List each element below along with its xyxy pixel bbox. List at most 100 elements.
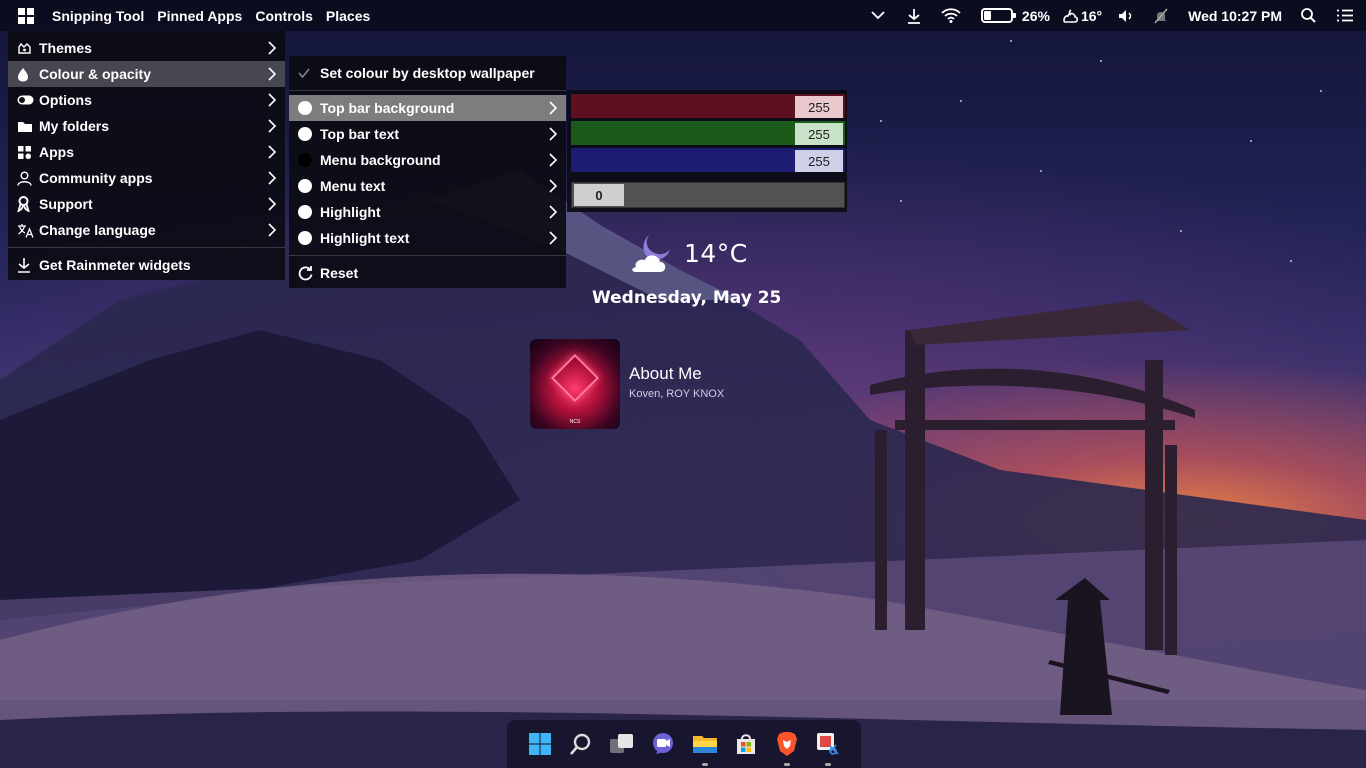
menu-item-change-language[interactable]: Change language	[8, 217, 285, 243]
alpha-slider[interactable]: 0	[571, 182, 845, 208]
menu-item-menu-background[interactable]: Menu background	[289, 147, 566, 173]
top-bar: Snipping Tool Pinned Apps Controls Place…	[0, 0, 1366, 31]
ribbon-icon	[17, 196, 39, 212]
menu-item-label: Colour & opacity	[39, 66, 152, 82]
blue-value-input[interactable]: 255	[795, 150, 843, 172]
menu-item-themes[interactable]: Themes	[8, 35, 285, 61]
menu-item-label: Support	[39, 196, 93, 212]
menu-divider	[8, 247, 285, 248]
chevron-right-icon	[268, 41, 277, 55]
menu-item-options[interactable]: Options	[8, 87, 285, 113]
menu-item-label: My folders	[39, 118, 110, 134]
menu-item-get-rainmeter-widgets[interactable]: Get Rainmeter widgets	[8, 252, 285, 278]
task-view-icon[interactable]	[607, 729, 637, 759]
weather-temperature: 14°C	[684, 238, 748, 268]
system-tray: 26% 16° Wed 10:27 PM	[853, 0, 1366, 31]
menu-item-my-folders[interactable]: My folders	[8, 113, 285, 139]
album-cover[interactable]: NCS	[530, 339, 620, 429]
green-slider[interactable]: 255	[571, 121, 845, 145]
search-icon[interactable]	[566, 729, 596, 759]
chevron-right-icon	[268, 197, 277, 211]
track-title: About Me	[629, 364, 702, 383]
menu-item-apps[interactable]: Apps	[8, 139, 285, 165]
set-colour-by-wallpaper-option[interactable]: Set colour by desktop wallpaper	[289, 60, 566, 86]
snipping-tool-icon[interactable]	[813, 729, 843, 766]
menu-item-community-apps[interactable]: Community apps	[8, 165, 285, 191]
reset-button[interactable]: Reset	[289, 260, 566, 286]
chevron-right-icon	[268, 145, 277, 159]
battery-icon	[980, 8, 1016, 23]
weather-indicator[interactable]: 16°	[1061, 8, 1102, 24]
menu-item-highlight[interactable]: Highlight	[289, 199, 566, 225]
volume-icon[interactable]	[1118, 9, 1134, 23]
red-value-input[interactable]: 255	[795, 96, 843, 118]
action-center-icon[interactable]	[1336, 9, 1354, 22]
chevron-right-icon	[549, 179, 558, 193]
colour-swatch	[298, 179, 312, 193]
wallpaper-option-label: Set colour by desktop wallpaper	[320, 65, 535, 81]
folder-icon	[17, 120, 39, 133]
chevron-right-icon	[268, 93, 277, 107]
microsoft-store-icon[interactable]	[731, 729, 761, 759]
menu-item-label: Menu text	[320, 178, 386, 194]
droplet-icon	[17, 67, 39, 82]
menu-item-label: Community apps	[39, 170, 153, 186]
colour-swatch	[298, 127, 312, 141]
green-value-input[interactable]: 255	[795, 123, 843, 145]
alpha-value-input[interactable]: 0	[574, 184, 624, 206]
topbar-controls[interactable]: Controls	[255, 8, 313, 24]
menu-item-label: Change language	[39, 222, 156, 238]
brave-browser-icon[interactable]	[772, 729, 802, 766]
taskbar	[507, 720, 861, 768]
chevron-down-icon[interactable]	[871, 11, 885, 20]
running-indicator	[701, 763, 708, 766]
menu-item-label: Top bar background	[320, 100, 455, 116]
music-widget: NCS About Me Koven, ROY KNOX	[530, 339, 724, 429]
rgba-colour-picker: 255 255 255 0	[567, 90, 847, 212]
teams-chat-icon[interactable]	[648, 729, 678, 759]
checkmark-icon	[298, 68, 320, 78]
menu-item-label: Menu background	[320, 152, 441, 168]
cloud-moon-icon	[632, 234, 670, 272]
menu-item-highlight-text[interactable]: Highlight text	[289, 225, 566, 251]
colour-opacity-submenu: Set colour by desktop wallpaper Top bar …	[289, 56, 566, 288]
menu-item-label: Reset	[320, 265, 359, 281]
windows-logo-icon	[18, 7, 34, 24]
download-icon[interactable]	[907, 8, 921, 24]
reset-icon	[298, 265, 320, 281]
chevron-right-icon	[549, 231, 558, 245]
colour-swatch	[298, 101, 312, 115]
battery-percent: 26%	[1021, 7, 1050, 24]
red-slider[interactable]: 255	[571, 94, 845, 118]
search-icon[interactable]	[1301, 8, 1316, 23]
topbar-pinned-apps[interactable]: Pinned Apps	[157, 8, 242, 24]
notifications-muted-icon[interactable]	[1154, 8, 1168, 24]
menu-divider	[289, 90, 566, 91]
chevron-right-icon	[549, 101, 558, 115]
menu-item-label: Apps	[39, 144, 74, 160]
menu-item-colour-opacity[interactable]: Colour & opacity	[8, 61, 285, 87]
main-menu: Themes Colour & opacity Options My folde…	[8, 31, 285, 280]
topbar-snipping-tool[interactable]: Snipping Tool	[52, 8, 144, 24]
colour-swatch	[298, 153, 312, 167]
person-icon	[17, 171, 39, 186]
chevron-right-icon	[268, 67, 277, 81]
topbar-temperature: 16°	[1080, 7, 1103, 24]
colour-swatch	[298, 205, 312, 219]
file-explorer-icon[interactable]	[690, 729, 720, 766]
battery-indicator[interactable]: 26%	[980, 7, 1050, 24]
windows-start-icon[interactable]	[525, 729, 555, 759]
menu-item-top-bar-background[interactable]: Top bar background	[289, 95, 566, 121]
menu-item-support[interactable]: Support	[8, 191, 285, 217]
menu-item-label: Options	[39, 92, 92, 108]
colour-swatch	[298, 231, 312, 245]
weather-widget: 14°C	[628, 232, 748, 274]
topbar-places[interactable]: Places	[326, 8, 370, 24]
chevron-right-icon	[549, 205, 558, 219]
start-button[interactable]	[0, 0, 52, 31]
blue-slider[interactable]: 255	[571, 148, 845, 172]
clock[interactable]: Wed 10:27 PM	[1188, 8, 1282, 24]
menu-item-menu-text[interactable]: Menu text	[289, 173, 566, 199]
wifi-icon[interactable]	[941, 8, 961, 23]
menu-item-top-bar-text[interactable]: Top bar text	[289, 121, 566, 147]
